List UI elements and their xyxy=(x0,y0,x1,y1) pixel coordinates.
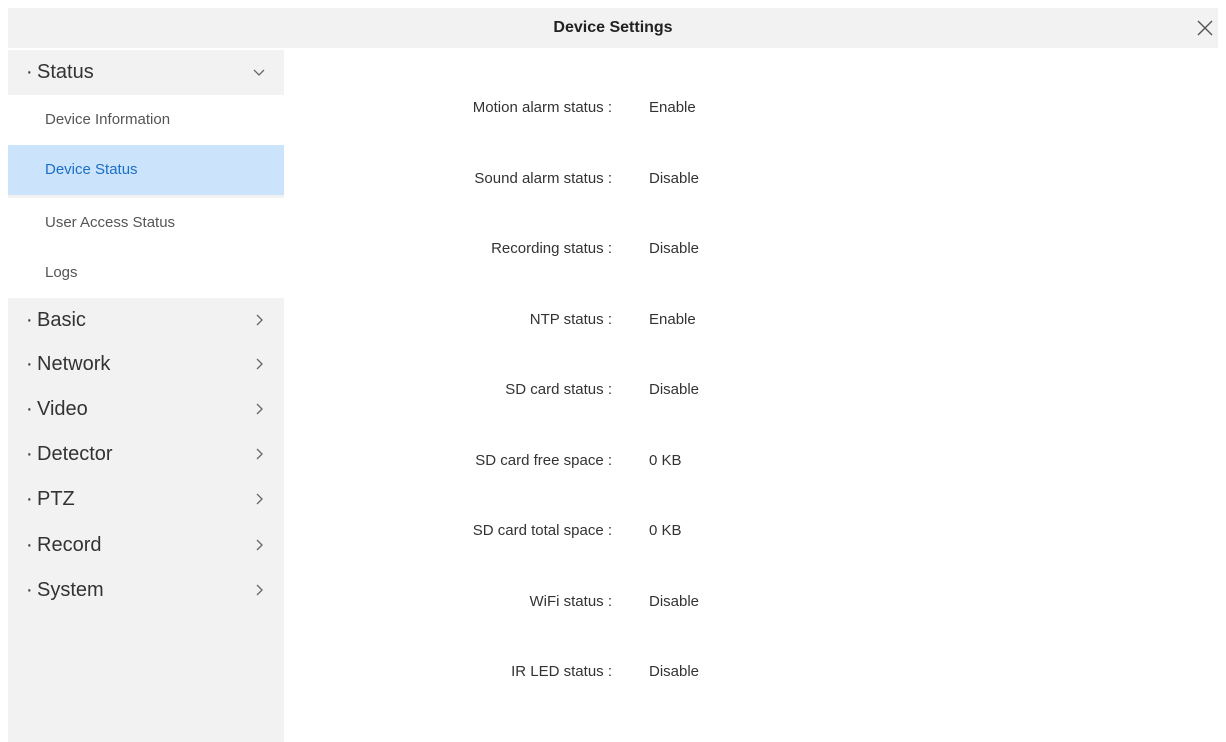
window-title: Device Settings xyxy=(553,19,673,36)
status-row-sound-alarm: Sound alarm status : Disable xyxy=(284,167,1226,191)
device-status-panel: Motion alarm status : Enable Sound alarm… xyxy=(284,50,1226,742)
status-value: 0 KB xyxy=(649,452,682,469)
chevron-right-icon xyxy=(256,493,263,505)
sidebar-group-label: Detector xyxy=(37,443,113,465)
status-value: Disable xyxy=(649,663,700,680)
sidebar-group-video[interactable]: · Video xyxy=(8,387,284,431)
status-row-ir-led: IR LED status : Disable xyxy=(284,660,1226,684)
status-value: Disable xyxy=(649,593,700,610)
chevron-right-icon xyxy=(256,314,263,326)
title-bar: Device Settings xyxy=(8,8,1218,48)
sidebar-group-ptz[interactable]: · PTZ xyxy=(8,477,284,521)
sidebar-group-label: PTZ xyxy=(37,488,75,510)
status-row-recording: Recording status : Disable xyxy=(284,237,1226,261)
status-row-sd-free-space: SD card free space : 0 KB xyxy=(284,449,1226,473)
chevron-right-icon xyxy=(256,539,263,551)
sidebar-item-label: Logs xyxy=(45,264,78,281)
close-icon[interactable] xyxy=(1194,17,1216,39)
sidebar-group-label: Basic xyxy=(37,309,86,331)
bullet: · xyxy=(26,309,33,331)
sidebar-item-logs[interactable]: Logs xyxy=(8,248,284,298)
sidebar-group-detector[interactable]: · Detector xyxy=(8,432,284,476)
status-label: SD card total space : xyxy=(472,522,612,539)
status-label: Motion alarm status : xyxy=(472,99,612,116)
status-value: Disable xyxy=(649,240,700,257)
status-label: IR LED status : xyxy=(511,663,612,680)
bullet: · xyxy=(26,534,33,556)
status-value: Disable xyxy=(649,381,700,398)
status-label: SD card status : xyxy=(505,381,612,398)
status-row-sd-card: SD card status : Disable xyxy=(284,378,1226,402)
status-row-ntp: NTP status : Enable xyxy=(284,308,1226,332)
status-row-wifi: WiFi status : Disable xyxy=(284,590,1226,614)
bullet: · xyxy=(26,579,33,601)
sidebar-group-label: System xyxy=(37,579,104,601)
status-label: WiFi status : xyxy=(529,593,612,610)
bullet: · xyxy=(26,443,33,465)
sidebar-item-label: Device Information xyxy=(45,111,171,128)
bullet: · xyxy=(26,61,33,83)
bullet: · xyxy=(26,488,33,510)
sidebar-group-label: Video xyxy=(37,398,88,420)
status-row-sd-total-space: SD card total space : 0 KB xyxy=(284,519,1226,543)
status-label: NTP status : xyxy=(529,311,612,328)
status-value: Enable xyxy=(649,311,696,328)
sidebar-group-label: Network xyxy=(37,353,111,375)
sidebar-item-device-status[interactable]: Device Status xyxy=(8,145,284,195)
chevron-down-icon xyxy=(253,69,265,76)
sidebar-group-basic[interactable]: · Basic xyxy=(8,298,284,342)
chevron-right-icon xyxy=(256,584,263,596)
status-label: Recording status : xyxy=(491,240,612,257)
status-label: Sound alarm status : xyxy=(474,170,612,187)
sidebar-group-system[interactable]: · System xyxy=(8,568,284,612)
sidebar-item-label: User Access Status xyxy=(45,214,176,231)
chevron-right-icon xyxy=(256,448,263,460)
status-label: SD card free space : xyxy=(475,452,612,469)
sidebar-group-status[interactable]: · Status xyxy=(8,50,284,94)
sidebar-item-device-information[interactable]: Device Information xyxy=(8,95,284,145)
status-value: Disable xyxy=(649,170,700,187)
sidebar-item-user-access-status[interactable]: User Access Status xyxy=(8,198,284,248)
sidebar-group-label: Status xyxy=(37,61,94,83)
bullet: · xyxy=(26,398,33,420)
chevron-right-icon xyxy=(256,403,263,415)
sidebar-group-record[interactable]: · Record xyxy=(8,523,284,567)
bullet: · xyxy=(26,353,33,375)
status-value: Enable xyxy=(649,99,696,116)
sidebar-item-label: Device Status xyxy=(45,161,138,178)
status-value: 0 KB xyxy=(649,522,682,539)
sidebar-group-network[interactable]: · Network xyxy=(8,342,284,386)
sidebar-group-label: Record xyxy=(37,534,102,556)
status-row-motion-alarm: Motion alarm status : Enable xyxy=(284,96,1226,120)
chevron-right-icon xyxy=(256,358,263,370)
sidebar-nav: · Status Device Information Device Statu… xyxy=(8,50,284,742)
